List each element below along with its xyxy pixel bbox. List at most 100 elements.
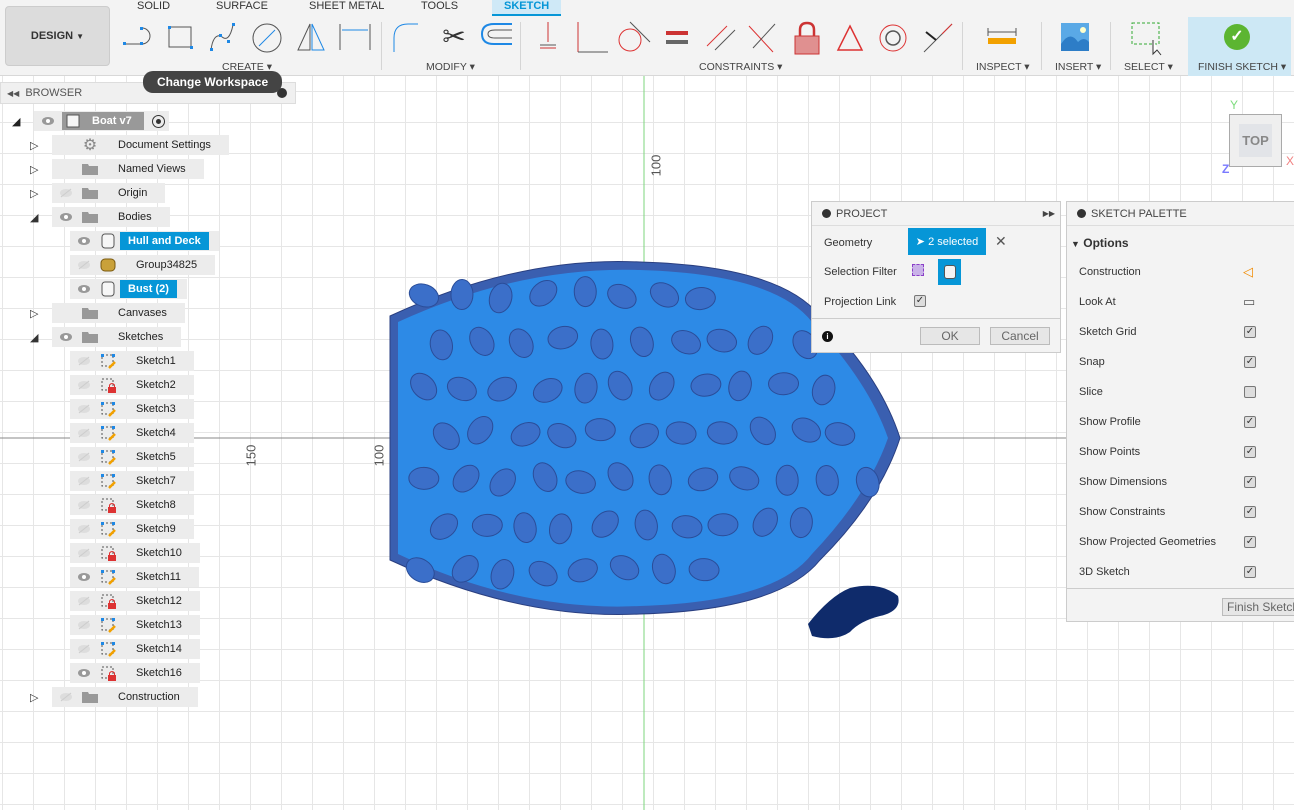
eye-hidden-icon[interactable] xyxy=(76,497,92,513)
browser-item[interactable]: Sketch4 xyxy=(70,423,194,443)
browser-item-body[interactable]: Sketch10 xyxy=(70,543,200,563)
eye-icon[interactable] xyxy=(58,329,74,345)
constraints-menu[interactable]: CONSTRAINTS ▾ xyxy=(699,61,782,73)
browser-item[interactable]: Group34825 xyxy=(70,255,216,275)
lock-constraint-icon[interactable] xyxy=(789,20,825,56)
collapsed-triangle-icon[interactable]: ▷ xyxy=(30,307,52,320)
fix-constraint-icon[interactable] xyxy=(530,20,566,56)
cancel-button[interactable]: Cancel xyxy=(990,327,1050,345)
palette-checkbox[interactable]: ✓ xyxy=(1244,566,1256,578)
browser-item[interactable]: Sketch7 xyxy=(70,471,194,491)
browser-item[interactable]: ▷ Named Views xyxy=(30,159,204,179)
palette-checkbox[interactable]: ✓ xyxy=(1244,506,1256,518)
browser-root[interactable]: ◢ Boat v7 xyxy=(12,111,169,131)
tab-solid[interactable]: SOLID xyxy=(137,0,170,12)
browser-item-body[interactable]: Sketch8 xyxy=(70,495,194,515)
eye-hidden-icon[interactable] xyxy=(76,449,92,465)
eye-hidden-icon[interactable] xyxy=(76,545,92,561)
browser-item[interactable]: Bust (2) xyxy=(70,279,187,299)
root-body[interactable]: Boat v7 xyxy=(34,111,169,131)
trim-scissors-icon[interactable]: ✂ xyxy=(436,20,472,56)
viewcube[interactable]: TOP xyxy=(1229,114,1282,167)
browser-item[interactable]: Sketch12 xyxy=(70,591,200,611)
bust-mesh[interactable] xyxy=(808,585,899,639)
palette-checkbox[interactable]: ✓ xyxy=(1244,446,1256,458)
parallel-constraint-icon[interactable] xyxy=(703,20,739,56)
browser-item-body[interactable]: Named Views xyxy=(52,159,204,179)
specified-entities-filter-icon[interactable] xyxy=(912,264,924,276)
eye-hidden-icon[interactable] xyxy=(76,353,92,369)
eye-hidden-icon[interactable] xyxy=(58,689,74,705)
eye-hidden-icon[interactable] xyxy=(76,401,92,417)
insert-menu[interactable]: INSERT ▾ xyxy=(1055,61,1101,73)
activate-radio-icon[interactable] xyxy=(151,114,165,128)
line-tool-icon[interactable] xyxy=(122,20,158,56)
palette-checkbox[interactable]: ✓ xyxy=(1244,356,1256,368)
look-at-icon[interactable]: ▭ xyxy=(1243,294,1255,310)
perpendicular-constraint-icon[interactable] xyxy=(574,20,610,56)
browser-item-body[interactable]: Sketch1 xyxy=(70,351,194,371)
browser-item-body[interactable]: Origin xyxy=(52,183,166,203)
eye-hidden-icon[interactable] xyxy=(76,425,92,441)
browser-item[interactable]: Sketch8 xyxy=(70,495,194,515)
select-menu[interactable]: SELECT ▾ xyxy=(1124,61,1173,73)
browser-item-body[interactable]: Sketch11 xyxy=(70,567,200,587)
browser-item[interactable]: ▷ Canvases xyxy=(30,303,185,323)
browser-item-body[interactable]: Canvases xyxy=(52,303,185,323)
palette-checkbox[interactable]: ✓ xyxy=(1244,536,1256,548)
collapse-arrows-icon[interactable]: ◀◀ xyxy=(7,89,19,98)
browser-item-body[interactable]: Sketch7 xyxy=(70,471,194,491)
perpendicular-x-icon[interactable] xyxy=(745,20,781,56)
browser-item[interactable]: Sketch1 xyxy=(70,351,194,371)
browser-item-body[interactable]: ⚙ Document Settings xyxy=(52,135,229,155)
palette-checkbox[interactable]: ✓ xyxy=(1244,326,1256,338)
finish-sketch-button[interactable]: ✓ FINISH SKETCH ▾ xyxy=(1188,17,1291,76)
eye-hidden-icon[interactable] xyxy=(76,473,92,489)
eye-icon[interactable] xyxy=(76,569,92,585)
browser-item-body[interactable]: Sketch5 xyxy=(70,447,194,467)
options-section-toggle[interactable]: ▼ Options xyxy=(1071,236,1129,250)
browser-item-body[interactable]: Sketch9 xyxy=(70,519,194,539)
tab-surface[interactable]: SURFACE xyxy=(216,0,268,12)
browser-item[interactable]: Sketch10 xyxy=(70,543,200,563)
browser-item-body[interactable]: Sketch14 xyxy=(70,639,200,659)
browser-item[interactable]: ▷ ⚙ Document Settings xyxy=(30,135,229,155)
expanded-triangle-icon[interactable]: ◢ xyxy=(30,211,52,224)
offset-tool-icon[interactable] xyxy=(478,20,514,56)
browser-item[interactable]: ◢ Bodies xyxy=(30,207,170,227)
collapsed-triangle-icon[interactable]: ▷ xyxy=(30,163,52,176)
tangent-constraint-icon[interactable] xyxy=(616,20,652,56)
rectangle-tool-icon[interactable] xyxy=(164,20,200,56)
browser-item-body[interactable]: Sketch16 xyxy=(70,663,200,683)
palette-checkbox[interactable] xyxy=(1244,386,1256,398)
select-window-icon[interactable] xyxy=(1130,20,1166,56)
browser-item[interactable]: Hull and Deck xyxy=(70,231,219,251)
eye-icon[interactable] xyxy=(40,113,56,129)
eye-icon[interactable] xyxy=(76,281,92,297)
browser-item[interactable]: ▷ Origin xyxy=(30,183,166,203)
eye-icon[interactable] xyxy=(76,233,92,249)
info-icon[interactable]: i xyxy=(822,331,833,342)
bodies-filter-button[interactable] xyxy=(938,259,961,285)
eye-icon[interactable] xyxy=(58,209,74,225)
browser-item[interactable]: Sketch5 xyxy=(70,447,194,467)
measure-ruler-icon[interactable] xyxy=(984,20,1020,56)
browser-item[interactable]: ◢ Sketches xyxy=(30,327,182,347)
insert-image-icon[interactable] xyxy=(1058,20,1094,56)
browser-item-body[interactable]: Sketch13 xyxy=(70,615,200,635)
browser-item[interactable]: Sketch13 xyxy=(70,615,200,635)
browser-item-body[interactable]: Sketches xyxy=(52,327,182,347)
projection-link-checkbox[interactable]: ✓ xyxy=(914,295,926,307)
browser-item[interactable]: Sketch9 xyxy=(70,519,194,539)
eye-hidden-icon[interactable] xyxy=(76,521,92,537)
palette-checkbox[interactable]: ✓ xyxy=(1244,416,1256,428)
browser-item-body[interactable]: Bodies xyxy=(52,207,170,227)
browser-item-body[interactable]: Sketch12 xyxy=(70,591,200,611)
geometry-selection-button[interactable]: ➤ 2 selected xyxy=(908,228,986,255)
equal-constraint-icon[interactable] xyxy=(660,20,696,56)
collapsed-triangle-icon[interactable]: ▷ xyxy=(30,139,52,152)
eye-hidden-icon[interactable] xyxy=(76,377,92,393)
browser-item-body[interactable]: Group34825 xyxy=(70,255,216,275)
eye-hidden-icon[interactable] xyxy=(76,257,92,273)
expanded-triangle-icon[interactable]: ◢ xyxy=(30,331,52,344)
